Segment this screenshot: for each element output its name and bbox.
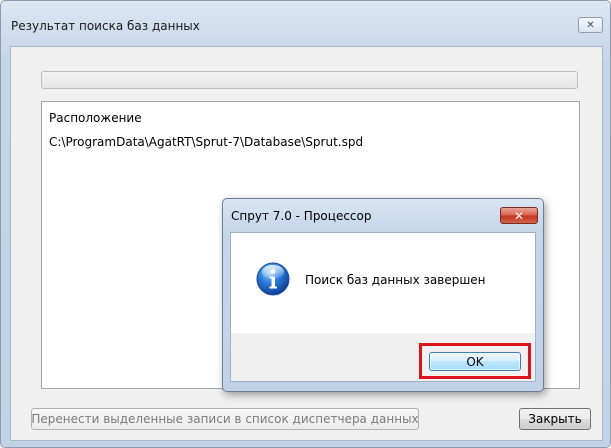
ok-button-highlight: OK	[419, 343, 531, 379]
window-title: Результат поиска баз данных	[11, 19, 200, 33]
message-box: Спрут 7.0 - Процессор ✕ Поиск баз данных…	[222, 198, 544, 392]
column-header-location[interactable]: Расположение	[49, 111, 142, 125]
close-icon: ✕	[586, 19, 595, 31]
message-box-title: Спрут 7.0 - Процессор	[231, 209, 372, 223]
move-to-data-manager-button[interactable]: Перенести выделенные записи в список дис…	[31, 408, 419, 430]
list-item[interactable]: C:\ProgramData\AgatRT\Sprut-7\Database\S…	[49, 135, 363, 149]
info-icon	[256, 262, 290, 296]
message-box-close-button[interactable]: ✕	[500, 207, 538, 224]
window-close-button[interactable]: ✕	[578, 17, 603, 33]
message-box-body: Поиск баз данных завершен OK	[230, 232, 536, 382]
ok-button[interactable]: OK	[429, 352, 521, 371]
search-progress-bar	[41, 71, 578, 89]
close-button[interactable]: Закрыть	[519, 408, 591, 430]
close-icon: ✕	[513, 208, 525, 223]
message-area: Поиск баз данных завершен	[231, 233, 535, 333]
message-text: Поиск баз данных завершен	[305, 273, 486, 287]
